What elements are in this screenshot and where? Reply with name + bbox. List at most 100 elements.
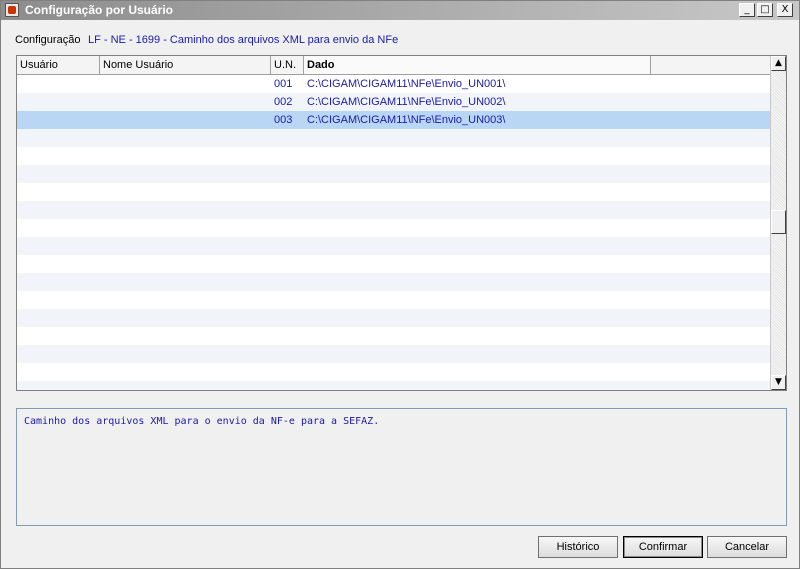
table-cell-dado [304,129,651,147]
table-cell-dado [304,291,651,309]
column-header-dado[interactable]: Dado [304,56,651,75]
vertical-scrollbar[interactable]: ▲ ▼ [770,56,786,390]
table-cell-nome [100,237,271,255]
column-header-nome-usuario[interactable]: Nome Usuário [100,56,271,75]
table-cell-dado [304,345,651,363]
table-row[interactable]: 001 C:\CIGAM\CIGAM11\NFe\Envio_UN001\ [17,75,771,93]
historico-button[interactable]: Histórico [538,536,618,558]
table-row[interactable] [17,309,771,327]
description-memo[interactable]: Caminho dos arquivos XML para o envio da… [16,408,787,526]
table-row[interactable] [17,255,771,273]
table-row[interactable]: 002 C:\CIGAM\CIGAM11\NFe\Envio_UN002\ [17,93,771,111]
table-cell-nome [100,129,271,147]
table-cell-usuario [17,129,100,147]
table-row[interactable] [17,381,771,390]
close-button[interactable]: X [777,3,793,17]
table-cell-un [271,201,304,219]
table-cell-usuario [17,93,100,111]
table-cell-nome [100,255,271,273]
table-cell-usuario [17,75,100,93]
table-cell-dado [304,273,651,291]
table-cell-usuario [17,237,100,255]
table-cell-un [271,147,304,165]
table-row[interactable] [17,147,771,165]
table-cell-dado [304,183,651,201]
column-header-un[interactable]: U.N. [271,56,304,75]
table-row[interactable] [17,345,771,363]
table-cell-nome [100,327,271,345]
confirmar-button[interactable]: Confirmar [623,536,703,558]
table-cell-dado [304,237,651,255]
window-title: Configuração por Usuário [25,3,174,17]
table-cell-un [271,219,304,237]
table-cell-dado [304,363,651,381]
column-header-empty [651,56,771,75]
table-cell-dado [304,201,651,219]
table-cell-dado [304,309,651,327]
table-row[interactable]: 003 C:\CIGAM\CIGAM11\NFe\Envio_UN003\ [17,111,771,129]
table-cell-dado [304,147,651,165]
table-cell-nome [100,75,271,93]
configuration-label: Configuração [15,34,81,46]
table-cell-usuario [17,255,100,273]
table-cell-un [271,183,304,201]
table-cell-dado [304,165,651,183]
table-cell-dado [304,219,651,237]
minimize-button[interactable]: _ [739,3,755,17]
table-cell-usuario [17,327,100,345]
table-cell-un: 002 [274,96,293,108]
table-cell-usuario [17,345,100,363]
table-cell-usuario [17,309,100,327]
table-cell-usuario [17,147,100,165]
table-row[interactable] [17,165,771,183]
cancelar-button[interactable]: Cancelar [707,536,787,558]
table-cell-un [271,237,304,255]
window-controls: _ □ X [739,3,793,17]
table-cell-nome [100,363,271,381]
table-cell-usuario [17,219,100,237]
scroll-down-arrow-icon[interactable]: ▼ [771,375,786,390]
table-cell-nome [100,345,271,363]
table-cell-usuario [17,165,100,183]
configuration-value: LF - NE - 1699 - Caminho dos arquivos XM… [88,34,399,46]
maximize-button[interactable]: □ [757,3,773,17]
table-cell-un [271,291,304,309]
table-cell-dado [304,255,651,273]
scroll-thumb[interactable] [771,210,786,234]
table-row[interactable] [17,291,771,309]
table-cell-un [271,327,304,345]
table-cell-dado [304,327,651,345]
table-cell-un [271,129,304,147]
table-cell-un [271,273,304,291]
column-header-usuario[interactable]: Usuário [17,56,100,75]
table-row[interactable] [17,363,771,381]
table-cell-usuario [17,201,100,219]
table-row[interactable] [17,183,771,201]
table-row[interactable] [17,129,771,147]
table-cell-un [271,363,304,381]
table-row[interactable] [17,273,771,291]
user-config-grid[interactable]: Usuário Nome Usuário U.N. Dado 001 C:\CIG… [16,55,787,391]
table-cell-un [271,255,304,273]
table-cell-un [271,309,304,327]
table-cell-dado: C:\CIGAM\CIGAM11\NFe\Envio_UN001\ [307,78,506,90]
scroll-up-arrow-icon[interactable]: ▲ [771,56,786,71]
table-cell-usuario [17,111,100,129]
grid-header: Usuário Nome Usuário U.N. Dado [17,56,771,75]
table-cell-nome [100,291,271,309]
table-cell-nome [100,165,271,183]
table-cell-nome [100,381,271,390]
app-icon [5,3,19,17]
title-bar[interactable]: Configuração por Usuário _ □ X [1,1,799,20]
table-cell-usuario [17,183,100,201]
table-cell-usuario [17,381,100,390]
table-row[interactable] [17,219,771,237]
table-row[interactable] [17,327,771,345]
table-cell-nome [100,219,271,237]
table-cell-nome [100,111,271,129]
table-cell-un [271,381,304,390]
table-cell-un: 001 [274,78,293,90]
table-row[interactable] [17,201,771,219]
table-row[interactable] [17,237,771,255]
table-cell-un: 003 [274,114,293,126]
